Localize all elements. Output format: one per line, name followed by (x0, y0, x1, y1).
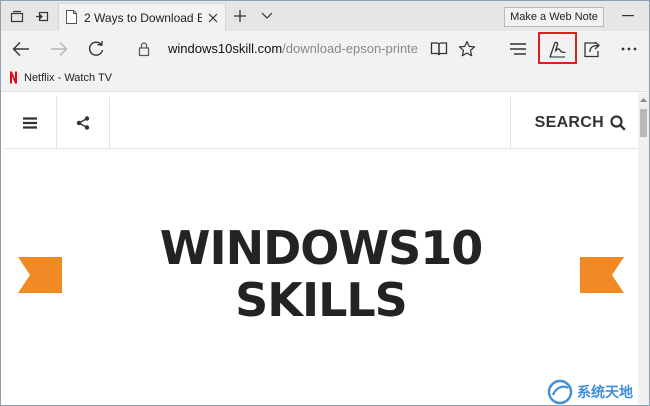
share-nodes-icon[interactable] (57, 97, 109, 148)
search-icon (610, 114, 626, 131)
hamburger-menu-icon[interactable] (4, 97, 56, 148)
search-label: SEARCH (534, 113, 604, 131)
lock-icon (129, 34, 159, 64)
header-divider (109, 97, 110, 148)
active-tab[interactable]: 2 Ways to Download Ep (58, 3, 226, 31)
back-icon[interactable] (6, 34, 36, 64)
scroll-up-icon[interactable] (638, 95, 649, 105)
refresh-icon[interactable] (81, 34, 111, 64)
watermark-logo-icon (547, 379, 573, 405)
forward-icon[interactable] (44, 34, 74, 64)
tab-title: 2 Ways to Download Ep (84, 11, 202, 25)
url-host: windows10skill.com (168, 41, 283, 56)
share-icon[interactable] (578, 34, 608, 64)
address-field[interactable]: windows10skill.com/download-epson-printe… (168, 41, 418, 56)
watermark-text: 系统天地 (577, 384, 633, 400)
close-tab-icon[interactable] (204, 9, 222, 27)
tab-strip: 2 Ways to Download Ep Make a Web Note (1, 1, 649, 31)
tab-list-chevron-icon[interactable] (257, 6, 277, 26)
scrollbar-thumb[interactable] (640, 109, 647, 137)
header-divider (510, 97, 511, 148)
more-icon[interactable] (614, 34, 644, 64)
vertical-scrollbar[interactable] (638, 93, 649, 405)
favorite-star-icon[interactable] (452, 34, 482, 64)
left-ribbon-decoration (18, 257, 62, 293)
url-path: /download-epson-printer-d (282, 41, 418, 56)
minimize-icon[interactable] (613, 4, 643, 28)
reading-view-icon[interactable] (424, 34, 454, 64)
favorite-netflix[interactable]: Netflix - Watch TV (9, 71, 112, 84)
netflix-icon (10, 71, 17, 84)
right-ribbon-decoration (580, 257, 624, 293)
watermark: 系统天地 (547, 379, 633, 405)
favorite-label: Netflix - Watch TV (24, 71, 113, 84)
tab-manager-icon[interactable] (7, 6, 27, 26)
set-aside-tabs-icon[interactable] (32, 6, 52, 26)
tooltip: Make a Web Note (504, 7, 604, 27)
web-note-highlight-box (538, 32, 577, 64)
hub-icon[interactable] (503, 34, 533, 64)
site-header: SEARCH (4, 97, 638, 149)
favorites-bar: Netflix - Watch TV (1, 67, 649, 92)
page-content: SEARCH WINDOWS10 SKILLS (4, 97, 638, 405)
site-logo-line-2: SKILLS (235, 273, 408, 327)
page-icon (66, 10, 77, 24)
browser-window: 2 Ways to Download Ep Make a Web Note wi… (0, 0, 650, 406)
search-button[interactable]: SEARCH (535, 97, 626, 148)
new-tab-icon[interactable] (230, 6, 250, 26)
site-logo-line-1: WINDOWS10 (159, 221, 484, 275)
